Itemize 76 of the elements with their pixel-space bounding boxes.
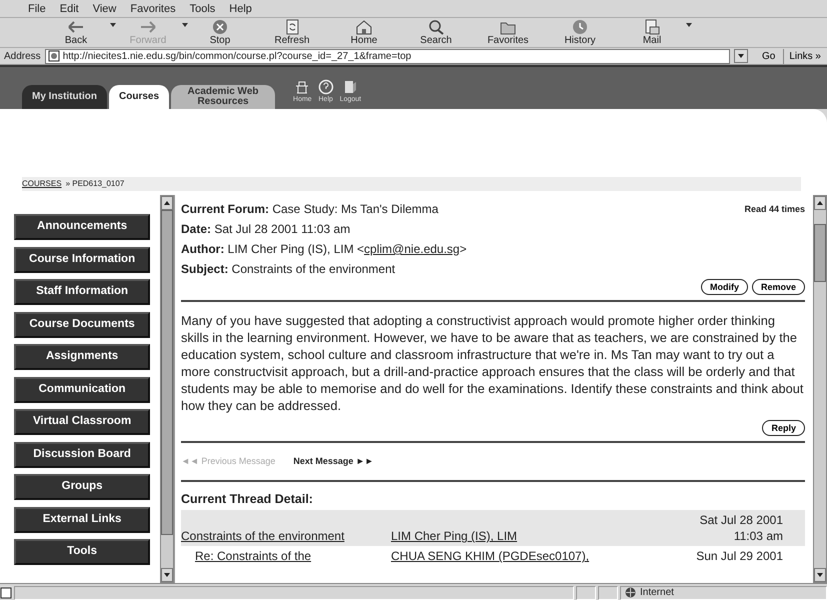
message-field: Date: Sat Jul 28 2001 11:03 am <box>181 219 350 239</box>
up-arrow-icon <box>817 201 823 205</box>
mail-icon <box>643 19 661 35</box>
nav-button[interactable]: Tools <box>14 539 150 565</box>
page-icon <box>48 50 60 62</box>
email-link[interactable]: cplim@nie.edu.sg <box>364 239 460 259</box>
thread-date: Sun Jul 29 2001 <box>695 548 783 564</box>
reply-button[interactable]: Reply <box>762 420 805 436</box>
message-field: Current Forum: Case Study: Ms Tan's Dilemma <box>181 199 438 219</box>
action-button[interactable]: Modify <box>700 279 748 295</box>
scrollbar-thumb[interactable] <box>814 224 826 282</box>
back-arrow-icon <box>67 19 85 35</box>
address-label: Address <box>4 50 41 64</box>
menu-item[interactable]: Edit <box>60 2 79 17</box>
thread-author-link[interactable]: LIM Cher Ping (IS), LIM <box>391 529 518 544</box>
nav-button[interactable]: Discussion Board <box>14 442 150 468</box>
toolbar-button[interactable]: History <box>544 19 616 46</box>
toolbar-button[interactable]: Search <box>400 19 472 46</box>
zone-label: Internet <box>640 586 674 600</box>
tab[interactable]: Academic Web Resources <box>171 85 276 109</box>
toolbar-button[interactable]: Stop <box>184 19 256 46</box>
door-icon <box>342 78 358 95</box>
menu-item[interactable]: View <box>92 2 116 17</box>
nav-button[interactable]: Communication <box>14 376 150 402</box>
nav-button[interactable]: Assignments <box>14 344 150 370</box>
nav-button[interactable]: Course Documents <box>14 312 150 338</box>
nav-button[interactable]: Staff Information <box>14 279 150 305</box>
nav-button[interactable]: Groups <box>14 474 150 500</box>
go-button[interactable]: Go <box>758 48 780 64</box>
tab[interactable]: My Institution <box>22 85 107 109</box>
action-button[interactable]: Remove <box>752 279 805 295</box>
tab[interactable]: Courses <box>109 85 170 109</box>
stop-icon <box>211 19 229 35</box>
breadcrumb-link[interactable]: COURSES <box>22 178 62 190</box>
thread-heading: Current Thread Detail: <box>181 490 314 508</box>
message-field: Subject: Constraints of the environment <box>181 259 396 279</box>
search-icon <box>427 19 445 35</box>
history-icon <box>571 19 589 35</box>
thread-author-link[interactable]: CHUA SENG KHIM (PGDEsec0107), <box>391 549 590 564</box>
down-arrow-icon <box>164 573 170 577</box>
scrollbar[interactable] <box>160 195 174 583</box>
menu-item[interactable]: File <box>28 2 46 17</box>
toolbar-button[interactable]: Refresh <box>256 19 328 46</box>
read-count: Read 44 times <box>744 203 805 216</box>
menu-item[interactable]: Favorites <box>130 2 176 17</box>
nav-button[interactable]: External Links <box>14 506 150 532</box>
status-panel <box>576 586 596 600</box>
dropdown-button[interactable] <box>734 49 748 63</box>
status-panel <box>598 586 618 600</box>
bracket-text: > <box>460 241 467 258</box>
nav-button[interactable]: Announcements <box>14 214 150 240</box>
thread-date: Sat Jul 28 2001 11:03 am <box>698 512 783 544</box>
nav-button[interactable]: Virtual Classroom <box>14 409 150 435</box>
toolbar-button[interactable]: Back <box>40 19 112 46</box>
up-arrow-icon <box>164 201 170 205</box>
toolbar-button[interactable]: Favorites <box>472 19 544 46</box>
nav-button[interactable]: Course Information <box>14 246 150 272</box>
scrollbar-thumb[interactable] <box>161 210 173 535</box>
caret-icon <box>738 54 744 58</box>
scrollbar[interactable] <box>813 195 827 583</box>
forward-arrow-icon <box>139 19 157 35</box>
menu-item[interactable]: Tools <box>190 2 216 17</box>
thread-subject-link[interactable]: Constraints of the environment <box>181 529 344 544</box>
pager-link[interactable]: Next Message ►► <box>293 455 374 468</box>
message-body: Many of you have suggested that adopting a constructivist approach would promote higher order thinking skills in the learning environment. However, we have to be aware that as teachers, we are constrained by the education system, school culture and classroom infrastructure that we're in. Ms Tan may want to try out a more constructvisit approach, but a drill-and-practice approach ensures that the class will be orderly and that students may be able to memorise and do well for the examinations. Identify these constraints and think about how they can be addressed. <box>181 312 804 414</box>
toolbar-button[interactable]: Home <box>328 19 400 46</box>
toolbar-button[interactable]: Mail <box>616 19 688 46</box>
help-icon <box>318 78 334 95</box>
down-arrow-icon <box>817 573 823 577</box>
breadcrumb-current: » PED613_0107 <box>66 178 124 190</box>
menu-item[interactable]: Help <box>229 2 252 17</box>
address-field[interactable]: http://niecites1.nie.edu.sg/bin/common/course.pl?course_id=_27_1&frame=top <box>44 48 730 64</box>
links-button[interactable]: Links » <box>783 48 823 64</box>
message-field: Author: LIM Cher Ping (IS), LIM < <box>181 239 364 259</box>
thread-subject-link[interactable]: Re: Constraints of the <box>195 549 312 564</box>
page-icon <box>0 586 12 598</box>
